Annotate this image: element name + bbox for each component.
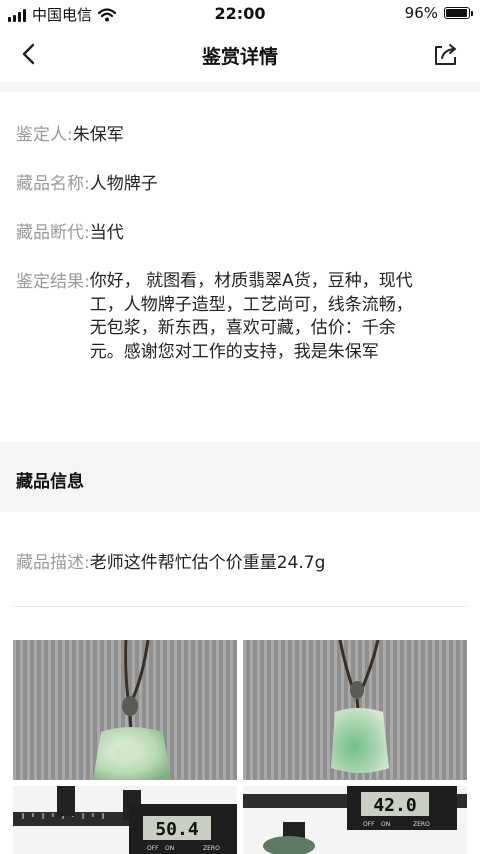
caliper-measurement-image-2: 42.0 OFF ON ZERO: [243, 786, 467, 854]
caliper-off-label-2: OFF: [363, 821, 375, 828]
section-title: 藏品信息: [16, 472, 84, 492]
page-title: 鉴赏详情: [201, 46, 278, 68]
caliper-zero-label-2: ZERO: [413, 821, 430, 828]
item-description-label: 藏品描述:: [16, 553, 90, 573]
item-photo-1[interactable]: [13, 640, 237, 780]
item-photo-2[interactable]: [243, 640, 467, 780]
caliper-zero-label-1: ZERO: [203, 845, 220, 852]
caliper-reading-2: 42.0: [373, 795, 416, 816]
item-era-label: 藏品断代:: [16, 223, 90, 243]
item-era-value: 当代: [89, 223, 124, 243]
caliper-on-label-2: ON: [381, 821, 390, 828]
caliper-on-label-1: ON: [165, 845, 174, 852]
item-name-row: 藏品名称: 人物牌子: [16, 172, 464, 196]
appraisal-result-text: 你好， 就图看，材质翡翠A货，豆种，现代工，人物牌子造型，工艺尚可，线条流畅，无…: [89, 271, 413, 362]
jade-pendant-back-image: [243, 640, 467, 780]
status-bar: 中国电信 22:00 96%: [0, 0, 480, 26]
top-divider-band: [0, 82, 480, 92]
item-photo-4[interactable]: 42.0 OFF ON ZERO: [243, 786, 467, 854]
caliper-measurement-image: 50.4 OFF ON ZERO: [13, 786, 237, 854]
battery-icon: [444, 7, 473, 19]
battery-percent: 96%: [404, 4, 438, 22]
appraisal-result-row: 鉴定结果: 你好， 就图看，材质翡翠A货，豆种，现代工，人物牌子造型，工艺尚可，…: [16, 270, 464, 364]
appraisal-result-label: 鉴定结果:: [16, 272, 90, 292]
caliper-off-label-1: OFF: [147, 845, 159, 852]
item-photo-3[interactable]: 50.4 OFF ON ZERO: [13, 786, 237, 854]
share-button[interactable]: [430, 38, 462, 70]
battery-fill: [446, 9, 468, 17]
appraiser-value: 朱保军: [72, 125, 124, 145]
item-name-label: 藏品名称:: [16, 174, 90, 194]
item-era-row: 藏品断代: 当代: [16, 221, 464, 245]
caliper-reading-1: 50.4: [155, 819, 199, 840]
status-right: 96%: [404, 4, 473, 22]
item-name-value: 人物牌子: [89, 174, 158, 194]
item-description-row: 藏品描述: 老师这件帮忙估个价重量24.7g: [16, 551, 464, 575]
divider: [12, 606, 468, 607]
item-description-value: 老师这件帮忙估个价重量24.7g: [89, 553, 326, 573]
nav-bar: 鉴赏详情: [0, 26, 480, 82]
jade-pendant-front-image: [13, 640, 237, 780]
appraiser-row: 鉴定人: 朱保军: [16, 123, 464, 147]
appraiser-label: 鉴定人:: [16, 125, 73, 145]
share-icon: [435, 44, 456, 65]
